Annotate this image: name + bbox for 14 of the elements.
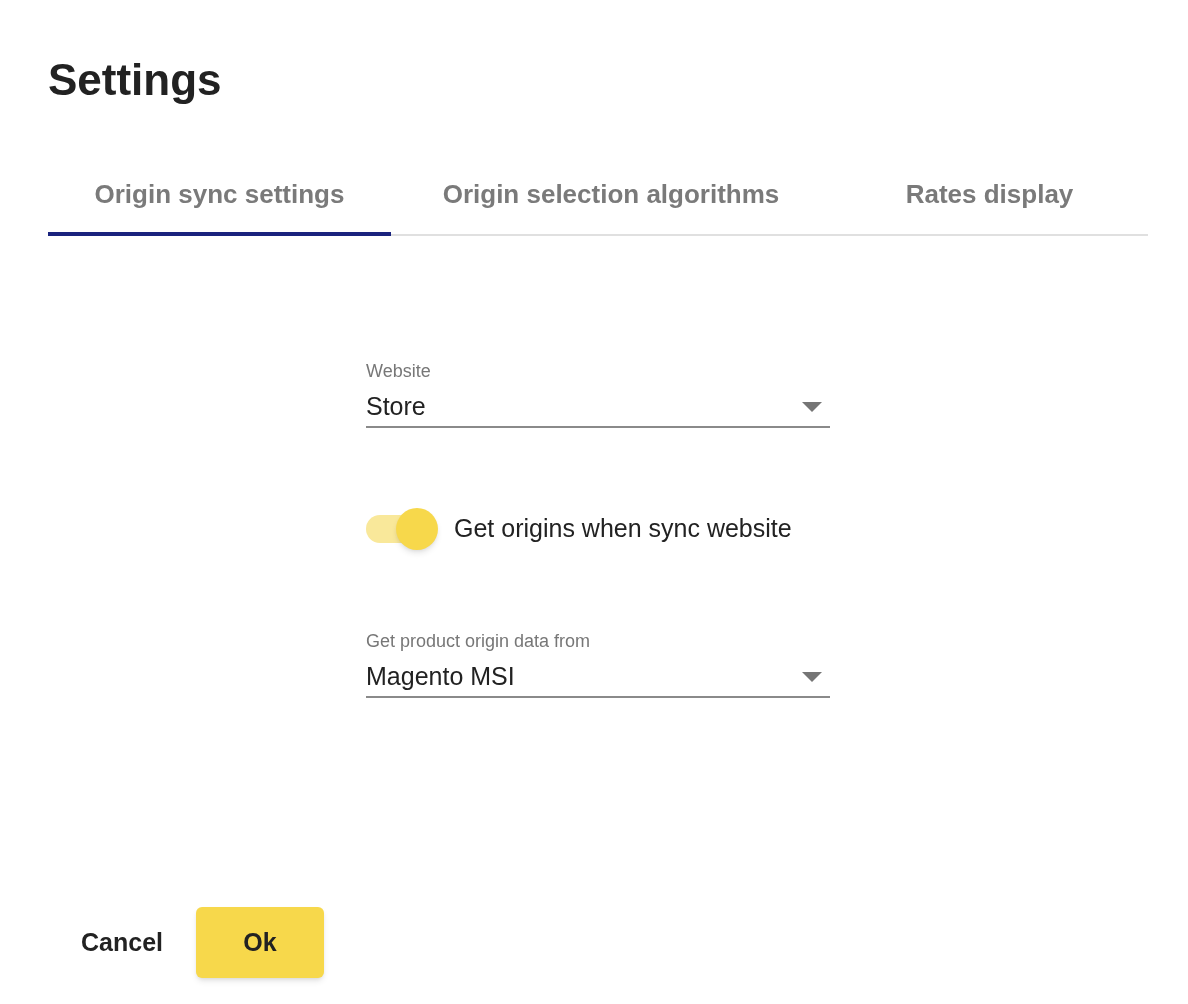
caret-icon xyxy=(802,672,822,682)
toggle-switch[interactable] xyxy=(366,508,438,550)
select-field[interactable]: Magento MSI xyxy=(366,658,830,698)
ok-button[interactable]: Ok xyxy=(196,907,324,978)
caret-icon xyxy=(802,402,822,412)
toggle-label: Get origins when sync website xyxy=(454,513,792,545)
tab[interactable]: Origin selection algorithms xyxy=(391,156,831,236)
tab[interactable]: Rates display xyxy=(831,156,1148,236)
dialog-title: Settings xyxy=(48,54,222,106)
select-field[interactable]: Store xyxy=(366,388,830,428)
field-label: Website xyxy=(366,360,431,382)
cancel-button[interactable]: Cancel xyxy=(64,907,180,978)
tab[interactable]: Origin sync settings xyxy=(48,156,391,236)
field-label: Get product origin data from xyxy=(366,630,591,652)
